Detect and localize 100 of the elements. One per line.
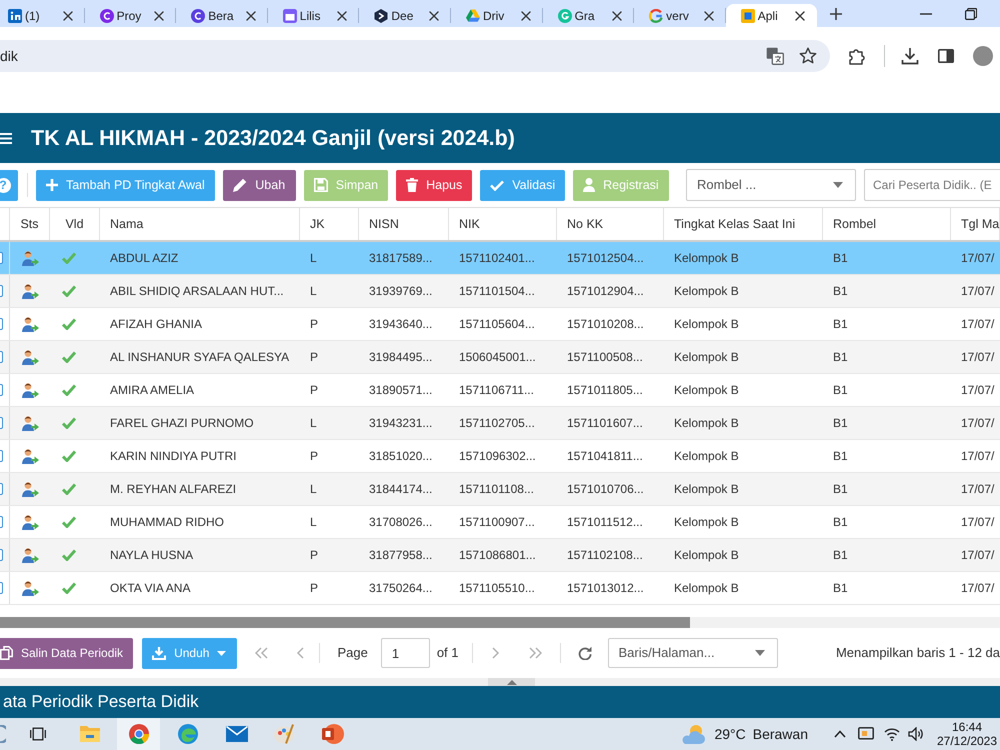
table-row[interactable]: ABDUL AZIZ L 31817589... 1571102401... 1571012504... Kelompok B B1 17/07/ [0,242,1000,275]
translate-icon[interactable] [766,47,784,65]
table-row[interactable]: FAREL GHAZI PURNOMO L 31943231... 1571102705... 1571101607... Kelompok B B1 17/07/ [0,407,1000,440]
row-checkbox[interactable] [0,450,3,462]
collapse-handle[interactable] [488,678,535,686]
copy-button[interactable]: Salin Data Periodik [0,638,134,668]
hexagon-icon [374,8,388,22]
browser-tab[interactable]: (1) [0,4,85,27]
rombel-select[interactable]: Rombel ... [686,169,856,201]
plus-icon[interactable] [829,6,844,20]
table-row[interactable]: OKTA VIA ANA P 31750264... 1571105510... 1571013012... Kelompok B B1 17/07/ [0,572,1000,605]
table-cell-text: 1571011512... [567,514,643,531]
column-header[interactable]: JK [300,208,359,240]
envelope-icon[interactable] [226,726,248,742]
horizontal-scrollbar[interactable] [0,617,1000,628]
browser-tab[interactable]: Proy [84,4,176,27]
table-row[interactable]: MUHAMMAD RIDHO L 31708026... 1571100907... 1571011512... Kelompok B B1 17/07/ [0,506,1000,539]
delete-button[interactable]: Hapus [396,170,472,200]
table-row[interactable]: AMIRA AMELIA P 31890571... 1571106711... 1571011805... Kelompok B B1 17/07/ [0,374,1000,407]
wifi-icon[interactable] [884,727,900,741]
row-checkbox[interactable] [0,351,3,363]
chevron-up-icon[interactable] [834,730,846,738]
taskbar-button[interactable] [117,718,160,750]
browser-tab[interactable]: Driv [450,4,543,27]
folder-icon[interactable] [80,725,100,743]
table-cell-text: 17/07/ [961,316,994,333]
table-row[interactable]: M. REYHAN ALFAREZI L 31844174... 1571101108... 1571010706... Kelompok B B1 17/07/ [0,473,1000,506]
panel-title: ata Periodik Peserta Didik [3,691,199,714]
close-icon[interactable] [428,10,439,20]
copy-icon [0,646,13,660]
minimize-icon[interactable] [920,12,932,14]
page-count: of 1 [436,644,458,662]
close-icon[interactable] [246,10,256,20]
browser-tab[interactable]: Dee [359,4,451,27]
table-row[interactable]: AL INSHANUR SYAFA QALESYA P 31984495... 1506045001... 1571100508... Kelompok B B1 17/07/ [0,341,1000,374]
clock-time[interactable]: 16:44 [952,720,982,734]
row-checkbox[interactable] [0,582,3,594]
browser-tab[interactable]: Bera [176,4,268,27]
star-icon[interactable] [799,47,817,65]
slides-app-icon[interactable] [322,724,344,744]
refresh-icon[interactable] [578,646,592,660]
table-cell-text: B1 [833,415,848,432]
task-view-icon[interactable] [30,726,46,742]
browser-tab[interactable]: verv [634,4,726,27]
column-header[interactable]: NIK [449,208,557,240]
close-icon[interactable] [612,10,622,20]
close-icon[interactable] [704,10,714,20]
row-checkbox[interactable] [0,285,3,297]
column-header[interactable]: Vld [50,208,100,240]
table-row[interactable]: KARIN NINDIYA PUTRI P 31851020... 1571096302... 1571041811... Kelompok B B1 17/07/ [0,440,1000,473]
row-checkbox[interactable] [0,417,3,429]
scrollbar-thumb[interactable] [0,617,690,628]
browser-tab[interactable]: Apli [726,4,818,27]
palette-icon[interactable] [274,724,294,744]
column-header[interactable]: Rombel [823,208,951,240]
table-cell-text: 31750264... [369,580,432,597]
close-icon[interactable] [154,10,164,20]
close-icon[interactable] [337,10,348,20]
close-icon[interactable] [62,10,73,20]
restore-icon[interactable] [965,8,978,20]
swirl-icon[interactable] [178,724,198,744]
rows-per-page-select[interactable]: Baris/Halaman... [608,638,778,668]
triangle-logo-icon [466,8,480,22]
side-panel-icon[interactable] [938,48,954,64]
monitor-icon[interactable] [858,726,874,742]
browser-tab[interactable]: Gra [542,4,634,27]
table-cell-text: L [310,283,317,300]
menu-icon[interactable] [0,132,12,144]
column-header[interactable]: NISN [359,208,449,240]
table-row[interactable]: ABIL SHIDIQ ARSALAAN HUT... L 31939769... 1571101504... 1571012904... Kelompok B B1 17/07/ [0,275,1000,308]
app-icon [740,8,755,22]
table-row[interactable]: NAYLA HUSNA P 31877958... 1571086801... 1571102108... Kelompok B B1 17/07/ [0,539,1000,572]
close-icon[interactable] [520,10,531,20]
row-checkbox[interactable] [0,252,3,264]
row-checkbox[interactable] [0,384,3,396]
search-field[interactable]: Cari Peserta Didik.. (E [864,169,1000,201]
address-bar[interactable]: dik [0,40,830,72]
table-cell-text: 31890571... [369,382,432,399]
row-checkbox[interactable] [0,516,3,528]
table-cell-text: AFIZAH GHANIA [110,316,202,333]
column-header[interactable]: Tgl Ma [951,208,1000,240]
speaker-icon[interactable] [908,727,924,741]
table-row[interactable]: AFIZAH GHANIA P 31943640... 1571105604... 1571010208... Kelompok B B1 17/07/ [0,308,1000,341]
column-header[interactable]: No KK [557,208,664,240]
row-checkbox[interactable] [0,483,3,495]
column-header[interactable]: Sts [10,208,50,240]
row-checkbox[interactable] [0,318,3,330]
close-icon[interactable] [795,10,806,20]
row-checkbox[interactable] [0,549,3,561]
column-header[interactable]: Nama [100,208,300,240]
column-header[interactable]: Tingkat Kelas Saat Ini [664,208,823,240]
download-icon[interactable] [901,47,919,65]
table-cell-text: 31877958... [369,547,432,564]
edit-button[interactable]: Ubah [222,170,296,200]
clock-date[interactable]: 27/12/2023 [936,734,998,748]
page-field[interactable]: 1 [380,638,430,668]
avatar-icon[interactable] [973,46,993,66]
browser-tab[interactable]: Lilis [268,4,360,27]
extension-icon[interactable] [848,47,866,65]
table-cell-text: L [310,481,317,498]
